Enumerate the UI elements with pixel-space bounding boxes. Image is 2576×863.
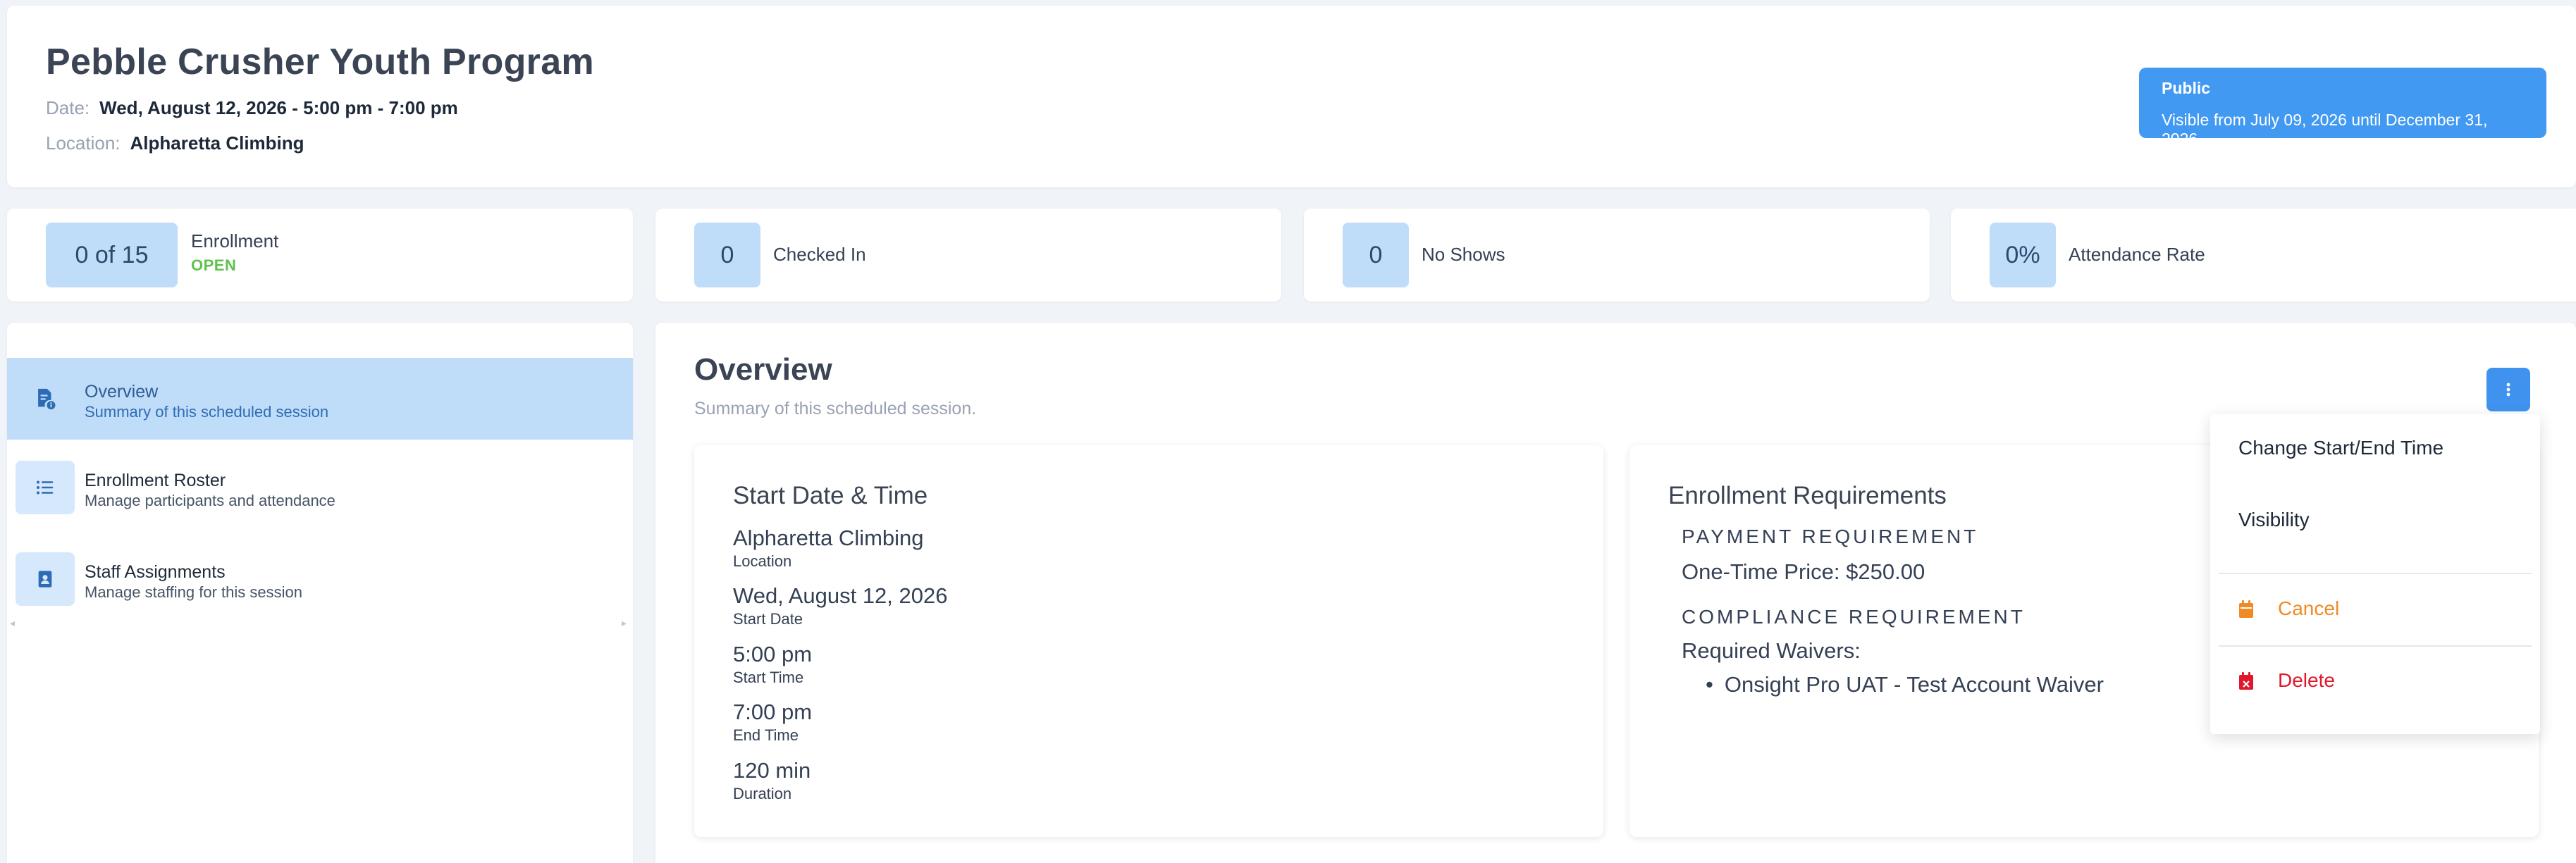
menu-item-label: Cancel <box>2278 597 2340 619</box>
page-title: Pebble Crusher Youth Program <box>46 42 594 82</box>
actions-menu-button[interactable] <box>2486 368 2530 411</box>
stat-value: 0 <box>1343 223 1409 287</box>
field-label: End Time <box>733 726 799 744</box>
stat-checked-in: 0 Checked In <box>655 209 1281 302</box>
price-label: One-Time Price: <box>1682 559 1840 584</box>
sidebar-item-title: Overview <box>85 382 159 402</box>
sidebar-item-staff-assignments[interactable]: Staff Assignments Manage staffing for th… <box>7 538 633 620</box>
date-value: Wed, August 12, 2026 - 5:00 pm - 7:00 pm <box>99 97 458 118</box>
sidebar-item-title: Staff Assignments <box>85 562 226 582</box>
session-header: Pebble Crusher Youth Program Date: Wed, A… <box>7 6 2576 187</box>
scroll-right-icon[interactable]: ▸ <box>622 617 627 629</box>
stat-value: 0 of 15 <box>46 223 178 287</box>
menu-item-change-time[interactable]: Change Start/End Time <box>2210 414 2540 485</box>
menu-divider <box>2219 573 2532 574</box>
compliance-heading: COMPLIANCE REQUIREMENT <box>1682 606 2026 628</box>
scroll-left-icon[interactable]: ◂ <box>10 617 15 629</box>
price-value: $250.00 <box>1846 559 1925 584</box>
datetime-card: Start Date & Time Alpharetta Climbing Lo… <box>694 445 1603 837</box>
enrollment-status: OPEN <box>191 256 237 274</box>
vertical-dots-icon <box>2506 383 2510 397</box>
calendar-x-icon <box>2239 672 2253 690</box>
card-title: Enrollment Requirements <box>1668 482 1947 509</box>
actions-dropdown: Change Start/End Time Visibility Cancel … <box>2210 414 2540 734</box>
stat-label: Attendance Rate <box>2069 244 2205 265</box>
stat-no-shows: 0 No Shows <box>1304 209 1930 302</box>
menu-item-cancel[interactable]: Cancel <box>2210 575 2540 645</box>
stat-value: 0 <box>694 223 760 287</box>
price-row: One-Time Price: $250.00 <box>1682 559 1925 585</box>
field-label: Start Date <box>733 610 803 628</box>
stat-label: No Shows <box>1422 244 1505 265</box>
field-label: Location <box>733 552 792 570</box>
section-title: Overview <box>694 352 832 387</box>
visibility-status: Public <box>2162 79 2211 97</box>
field-value: Wed, August 12, 2026 <box>733 583 948 608</box>
field-label: Start Time <box>733 669 804 686</box>
stat-value: 0% <box>1990 223 2056 287</box>
location-label: Location: <box>46 132 121 154</box>
sidebar-item-enrollment-roster[interactable]: Enrollment Roster Manage participants an… <box>7 447 633 528</box>
menu-item-label: Change Start/End Time <box>2238 437 2444 459</box>
date-row: Date: Wed, August 12, 2026 - 5:00 pm - 7:… <box>46 97 458 119</box>
field-value: 5:00 pm <box>733 642 813 666</box>
location-value: Alpharetta Climbing <box>130 132 304 154</box>
location-row: Location: Alpharetta Climbing <box>46 132 304 154</box>
field-value: Alpharetta Climbing <box>733 526 924 550</box>
sidebar-item-subtitle: Summary of this scheduled session <box>85 403 329 421</box>
sidebar-item-title: Enrollment Roster <box>85 471 226 490</box>
sidebar-item-subtitle: Manage participants and attendance <box>85 492 335 509</box>
menu-item-label: Delete <box>2278 669 2335 691</box>
calendar-icon <box>2239 600 2253 618</box>
payment-heading: PAYMENT REQUIREMENT <box>1682 526 1979 547</box>
menu-item-label: Visibility <box>2238 509 2310 530</box>
menu-item-delete[interactable]: Delete <box>2210 647 2540 717</box>
sidebar-item-subtitle: Manage staffing for this session <box>85 583 302 601</box>
field-value: 7:00 pm <box>733 700 813 724</box>
sidebar-item-overview[interactable]: Overview Summary of this scheduled sessi… <box>7 358 633 440</box>
section-subtitle: Summary of this scheduled session. <box>694 399 977 418</box>
list-icon <box>16 461 75 514</box>
field-value: 120 min <box>733 758 811 783</box>
session-sidebar: Overview Summary of this scheduled sessi… <box>7 323 633 863</box>
visibility-banner: Public Visible from July 09, 2026 until … <box>2139 68 2546 148</box>
stat-attendance-rate: 0% Attendance Rate <box>1951 209 2576 302</box>
card-title: Start Date & Time <box>733 482 928 509</box>
stat-label: Checked In <box>773 244 866 265</box>
date-label: Date: <box>46 97 90 118</box>
document-info-icon <box>16 372 75 426</box>
id-badge-icon <box>16 552 75 606</box>
stat-label: Enrollment <box>191 230 279 252</box>
waiver-item: Onsight Pro UAT - Test Account Waiver <box>1706 672 2104 697</box>
stat-enrollment: 0 of 15 Enrollment OPEN <box>7 209 633 302</box>
menu-item-visibility[interactable]: Visibility <box>2210 485 2540 555</box>
visibility-range: Visible from July 09, 2026 until Decembe… <box>2162 111 2488 148</box>
waivers-label: Required Waivers: <box>1682 638 1861 663</box>
field-label: Duration <box>733 785 792 802</box>
